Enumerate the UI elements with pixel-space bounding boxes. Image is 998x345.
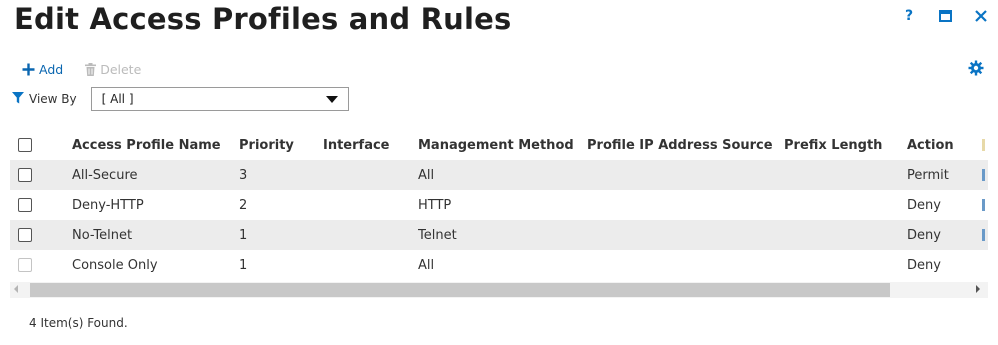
- delete-button[interactable]: Delete: [85, 62, 141, 77]
- view-by-label-group: View By: [12, 91, 77, 107]
- view-by-filter: View By [ All ]: [12, 87, 349, 111]
- toolbar: Add Delete: [22, 62, 141, 77]
- delete-label: Delete: [100, 62, 142, 77]
- scroll-left-icon[interactable]: [14, 285, 18, 293]
- cell-management-method: HTTP: [418, 197, 452, 213]
- select-all-checkbox[interactable]: [18, 138, 32, 152]
- cell-profile-name: Deny-HTTP: [72, 197, 144, 213]
- view-by-label: View By: [29, 92, 77, 106]
- cell-action: Deny: [907, 227, 941, 243]
- row-overflow-marker: [982, 169, 985, 181]
- cell-priority: 2: [239, 197, 248, 213]
- column-header-interface[interactable]: Interface: [323, 130, 390, 160]
- page-title: Edit Access Profiles and Rules: [14, 2, 512, 36]
- horizontal-scrollbar[interactable]: [10, 282, 988, 298]
- cell-management-method: Telnet: [418, 227, 457, 243]
- column-header-action[interactable]: Action: [907, 130, 954, 160]
- scroll-right-icon[interactable]: [976, 285, 980, 293]
- column-header-management-method[interactable]: Management Method: [418, 130, 574, 160]
- row-overflow-marker: [982, 229, 985, 241]
- help-icon[interactable]: ?: [902, 8, 916, 24]
- row-checkbox[interactable]: [18, 168, 32, 182]
- cell-management-method: All: [418, 167, 435, 183]
- close-icon[interactable]: [974, 8, 988, 24]
- column-header-priority[interactable]: Priority: [239, 130, 294, 160]
- cell-action: Permit: [907, 167, 949, 183]
- row-overflow-marker: [982, 199, 985, 211]
- row-checkbox[interactable]: [18, 198, 32, 212]
- table-row[interactable]: All-Secure 3 All Permit: [10, 160, 988, 190]
- table-row[interactable]: No-Telnet 1 Telnet Deny: [10, 220, 988, 250]
- window-controls: ?: [902, 8, 988, 24]
- table-row[interactable]: Console Only 1 All Deny: [10, 250, 988, 280]
- cell-management-method: All: [418, 257, 435, 273]
- cell-priority: 1: [239, 227, 248, 243]
- table-header-row: Access Profile Name Priority Interface M…: [10, 130, 988, 160]
- plus-icon: [22, 63, 35, 76]
- profiles-table: Access Profile Name Priority Interface M…: [10, 130, 988, 280]
- cell-priority: 1: [239, 257, 248, 273]
- column-header-prefix-length[interactable]: Prefix Length: [784, 130, 882, 160]
- maximize-icon[interactable]: [938, 8, 952, 24]
- table-row[interactable]: Deny-HTTP 2 HTTP Deny: [10, 190, 988, 220]
- trash-icon: [85, 63, 97, 76]
- add-label: Add: [39, 62, 64, 77]
- scrollbar-thumb[interactable]: [30, 283, 890, 297]
- item-count: 4 Item(s) Found.: [29, 316, 128, 330]
- cell-priority: 3: [239, 167, 248, 183]
- gear-icon[interactable]: [968, 60, 984, 76]
- row-checkbox-disabled: [18, 258, 32, 272]
- chevron-down-icon: [325, 95, 338, 103]
- column-header-name[interactable]: Access Profile Name: [72, 130, 221, 160]
- view-by-value: [ All ]: [101, 92, 134, 106]
- add-button[interactable]: Add: [22, 62, 63, 77]
- cell-action: Deny: [907, 197, 941, 213]
- filter-icon: [12, 91, 24, 107]
- view-by-select[interactable]: [ All ]: [90, 87, 349, 111]
- column-overflow-marker: [982, 139, 985, 151]
- column-header-profile-ip-source[interactable]: Profile IP Address Source: [587, 130, 773, 160]
- cell-profile-name: Console Only: [72, 257, 158, 273]
- row-checkbox[interactable]: [18, 228, 32, 242]
- cell-profile-name: All-Secure: [72, 167, 138, 183]
- cell-profile-name: No-Telnet: [72, 227, 133, 243]
- help-label: ?: [904, 8, 914, 24]
- cell-action: Deny: [907, 257, 941, 273]
